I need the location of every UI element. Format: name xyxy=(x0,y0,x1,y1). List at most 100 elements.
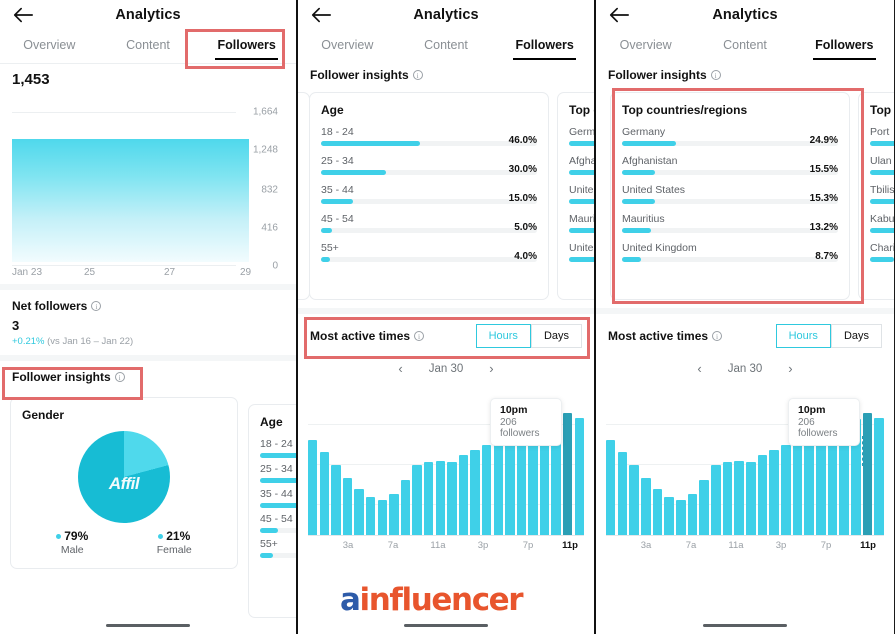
top-countries-card[interactable]: Top countries/regions Germany 24.9% Afgh… xyxy=(610,92,850,300)
toggle-days-button[interactable]: Days xyxy=(530,324,582,348)
bar[interactable] xyxy=(652,489,663,536)
bar[interactable] xyxy=(354,489,364,536)
bar[interactable] xyxy=(400,480,411,536)
bar[interactable] xyxy=(676,499,686,536)
stat-percent: 15.5% xyxy=(809,164,838,175)
stat-label: 35 - 44 xyxy=(260,488,293,500)
stat-bar xyxy=(622,170,656,175)
back-arrow-icon[interactable] xyxy=(608,5,630,25)
age-card-peek[interactable]: Age 18 - 24 25 - 34 35 - 44 45 - 54 55+ xyxy=(248,404,296,618)
info-icon[interactable]: i xyxy=(91,301,102,311)
x-tick: 11p xyxy=(860,540,876,551)
bar[interactable] xyxy=(493,439,503,536)
toggle-days-button[interactable]: Days xyxy=(830,324,882,348)
bar[interactable] xyxy=(606,439,616,536)
bar[interactable] xyxy=(874,417,884,536)
tab-followers[interactable]: Followers xyxy=(495,30,594,63)
page-title: Analytics xyxy=(413,7,479,23)
toggle-hours-button[interactable]: Hours xyxy=(475,324,531,348)
info-icon[interactable]: i xyxy=(414,331,425,341)
bar[interactable] xyxy=(505,437,515,536)
cities-card-peek[interactable]: Top c Port Ulan Tbilis Kabu Chari xyxy=(858,92,894,300)
info-icon[interactable]: i xyxy=(412,70,423,80)
table-row: 25 - 34 30.0% xyxy=(321,155,537,175)
tab-overview[interactable]: Overview xyxy=(596,30,695,63)
legend-dot-icon xyxy=(158,533,164,539)
tab-content[interactable]: Content xyxy=(695,30,794,63)
countries-card-peek[interactable]: Top c Germ Afgha Unite Mauri Unite xyxy=(557,92,594,300)
bar[interactable] xyxy=(687,494,698,536)
stat-label: 55+ xyxy=(260,538,278,550)
stat-label: Kabu xyxy=(870,213,894,225)
bar[interactable] xyxy=(711,464,721,536)
table-row: United States 15.3% xyxy=(622,184,838,204)
bar[interactable] xyxy=(769,450,779,536)
date-navigator: ‹ Jan 30 › xyxy=(596,358,894,382)
stat-label: 45 - 54 xyxy=(260,513,293,525)
bar[interactable] xyxy=(617,451,628,536)
net-followers-label: Net followers xyxy=(12,299,88,313)
table-row: United Kingdom 8.7% xyxy=(622,242,838,262)
most-active-times-section: Most active times i Hours Days ‹ Jan 30 … xyxy=(596,314,894,554)
bar[interactable] xyxy=(746,461,756,536)
chevron-right-icon[interactable]: › xyxy=(489,361,493,376)
chevron-left-icon[interactable]: ‹ xyxy=(398,361,402,376)
bar[interactable] xyxy=(574,417,585,536)
bar[interactable] xyxy=(342,477,353,536)
tab-followers[interactable]: Followers xyxy=(197,30,296,63)
tab-followers[interactable]: Followers xyxy=(795,30,894,63)
tab-overview[interactable]: Overview xyxy=(0,30,99,63)
info-icon[interactable]: i xyxy=(712,331,723,341)
bar[interactable] xyxy=(412,464,422,536)
area-series xyxy=(12,139,249,262)
tab-overview[interactable]: Overview xyxy=(298,30,397,63)
bar[interactable] xyxy=(816,438,826,536)
bar[interactable] xyxy=(470,450,480,536)
stat-bar xyxy=(321,141,421,146)
back-arrow-icon[interactable] xyxy=(310,5,332,25)
bar[interactable] xyxy=(722,461,733,536)
bar[interactable] xyxy=(447,461,457,536)
bar[interactable] xyxy=(331,464,341,536)
bar-highlighted[interactable] xyxy=(563,412,573,536)
chevron-left-icon[interactable]: ‹ xyxy=(697,361,701,376)
bar[interactable] xyxy=(308,439,318,536)
info-icon[interactable]: i xyxy=(710,70,721,80)
bar[interactable] xyxy=(629,464,639,536)
bar[interactable] xyxy=(423,461,434,536)
stat-percent: 5.0% xyxy=(514,222,537,233)
age-card-peek-title: Age xyxy=(260,415,283,429)
bar[interactable] xyxy=(641,477,651,536)
tab-content[interactable]: Content xyxy=(397,30,496,63)
bar[interactable] xyxy=(458,455,469,536)
x-tick: 7a xyxy=(685,540,697,551)
bar[interactable] xyxy=(664,497,674,536)
bar[interactable] xyxy=(319,451,329,536)
gender-card[interactable]: Gender Affil 79% Male 21% Female xyxy=(10,397,238,569)
bar[interactable] xyxy=(757,455,768,536)
bar[interactable] xyxy=(699,480,709,536)
bar-highlighted[interactable] xyxy=(862,412,873,536)
chevron-right-icon[interactable]: › xyxy=(788,361,792,376)
bar[interactable] xyxy=(365,497,376,536)
followers-area-chart: 1,664 1,248 832 416 0 Jan 23 25 27 29 xyxy=(0,90,296,278)
bar[interactable] xyxy=(734,460,744,536)
bar[interactable] xyxy=(389,494,399,536)
bar[interactable] xyxy=(516,438,527,536)
back-arrow-icon[interactable] xyxy=(12,5,34,25)
tab-content[interactable]: Content xyxy=(99,30,198,63)
hourly-x-axis: 3a 7a 11a 3p 7p 11p xyxy=(606,540,884,554)
bar[interactable] xyxy=(377,499,387,536)
bar[interactable] xyxy=(781,445,791,536)
age-card[interactable]: Age 18 - 24 46.0% 25 - 34 30.0% 35 - 44 … xyxy=(309,92,549,300)
bar[interactable] xyxy=(435,460,445,536)
bar[interactable] xyxy=(481,445,492,536)
bar[interactable] xyxy=(792,439,803,536)
follower-insights-section: Follower insights i xyxy=(0,361,296,388)
info-icon[interactable]: i xyxy=(114,372,125,382)
chart-y-tick: 832 xyxy=(261,184,278,196)
stat-percent: 8.7% xyxy=(815,251,838,262)
panel-followers-overview: Analytics Overview Content Followers 1,4… xyxy=(0,0,298,634)
bar[interactable] xyxy=(804,437,814,536)
toggle-hours-button[interactable]: Hours xyxy=(775,324,831,348)
